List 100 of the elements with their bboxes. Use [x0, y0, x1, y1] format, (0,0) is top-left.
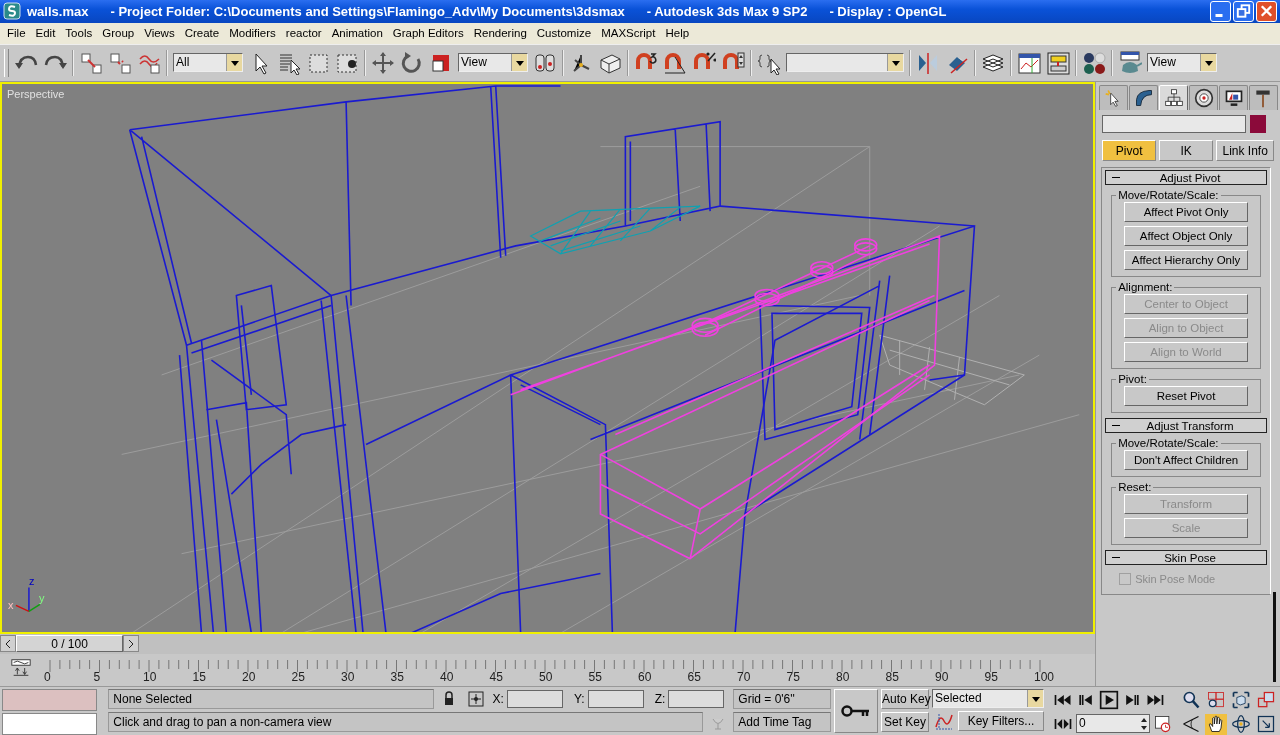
modify-icon	[1133, 88, 1154, 108]
zoom-extents-all-icon	[1256, 689, 1276, 710]
script-listener-field[interactable]	[2, 689, 98, 711]
time-slider-thumb[interactable]: 0 / 100	[16, 635, 123, 653]
selection-filter-dropdown[interactable]: All	[173, 53, 243, 73]
orbit-icon	[1231, 714, 1251, 734]
orbit-button[interactable]	[1230, 713, 1252, 735]
render-view-dropdown[interactable]: View	[1147, 53, 1217, 73]
menu-item[interactable]: Animation	[326, 27, 388, 40]
unlink-icon[interactable]	[108, 50, 132, 75]
create-tab[interactable]	[1099, 85, 1129, 110]
material-spheres-icon[interactable]	[1082, 50, 1106, 75]
z-coordinate-field[interactable]	[668, 690, 725, 708]
frame-number: 0	[44, 670, 51, 685]
render-teapot-icon[interactable]	[1118, 50, 1142, 75]
chevron-right-icon	[127, 638, 135, 649]
key-curve-icon[interactable]	[934, 711, 954, 731]
absolute-mode-icon[interactable]	[467, 691, 484, 707]
set-key-button[interactable]: Set Key	[881, 712, 929, 732]
play-icon[interactable]	[1099, 689, 1119, 710]
y-coordinate-field[interactable]	[587, 690, 644, 708]
key-filters-button[interactable]: Key Filters...	[958, 711, 1044, 731]
coordinate-label: Y:	[573, 692, 585, 706]
mode-button[interactable]: Link Info	[1216, 140, 1275, 161]
maximize-viewport-icon	[1256, 714, 1276, 734]
frame-number: 70	[737, 670, 751, 685]
move-icon[interactable]	[371, 50, 395, 75]
frame-number: 35	[390, 670, 404, 685]
menu-item[interactable]: reactor	[280, 27, 327, 40]
menu-item[interactable]: Modifiers	[224, 27, 281, 40]
curve-editor-icon[interactable]	[1017, 50, 1041, 75]
menu-item[interactable]: Tools	[60, 27, 98, 40]
window-title: - Project Folder: C:\Documents and Settings\Flamingo_Adv\My Documents\3dsmax	[110, 3, 625, 19]
previous-frame-button[interactable]	[0, 635, 16, 653]
grid-size-info: Grid = 0'6''	[733, 689, 832, 709]
panel-button[interactable]: Reset Pivot	[1124, 386, 1249, 406]
menu-item[interactable]: Graph Editors	[387, 27, 469, 40]
frame-number: 5	[93, 670, 101, 685]
display-tab[interactable]	[1219, 85, 1248, 110]
menu-item[interactable]: File	[2, 27, 31, 40]
object-color-swatch[interactable]	[1250, 115, 1267, 133]
hierarchy-tab[interactable]	[1159, 85, 1189, 110]
display-icon	[1223, 88, 1244, 108]
menu-item[interactable]: Create	[179, 27, 225, 40]
menu-item[interactable]: Views	[139, 27, 180, 40]
zoom-all-button[interactable]	[1205, 689, 1227, 710]
frame-number: 20	[242, 670, 256, 685]
rollout-header[interactable]: Adjust Pivot	[1105, 170, 1267, 185]
zoom-extents-all-button[interactable]	[1255, 689, 1277, 710]
auto-key-button[interactable]: Auto Key	[881, 689, 929, 709]
menu-item[interactable]: Customize	[531, 27, 597, 40]
track-bar[interactable]: 0 5 10 15 20 25 30 35 40 45 50 55 60 65 70 75 80 85 90 95 100	[46, 656, 1091, 685]
menu-item[interactable]: MAXScript	[596, 27, 661, 40]
utilities-tab[interactable]	[1249, 85, 1278, 110]
mode-button[interactable]: IK	[1159, 140, 1214, 161]
motion-tab[interactable]	[1189, 85, 1218, 110]
time-tag-field[interactable]: Add Time Tag	[733, 712, 832, 732]
close-button[interactable]	[1256, 0, 1277, 22]
menu-item[interactable]: Edit	[30, 27, 61, 40]
panel-button[interactable]: Affect Pivot Only	[1124, 202, 1249, 222]
panel-button[interactable]: Affect Hierarchy Only	[1124, 250, 1249, 270]
hierarchy-icon	[1163, 88, 1184, 108]
script-listener-field[interactable]	[2, 713, 98, 735]
panel-button[interactable]: Don't Affect Children	[1124, 450, 1249, 470]
angle-snap-icon[interactable]	[663, 50, 687, 75]
pan-hand-button[interactable]	[1205, 713, 1227, 735]
window-title: - Display : OpenGL	[829, 3, 947, 19]
mode-button[interactable]: Pivot	[1102, 140, 1157, 161]
frame-number: 40	[440, 670, 454, 685]
mirror-icon[interactable]	[916, 50, 940, 75]
menu-item[interactable]: Help	[660, 27, 695, 40]
zoom-extents-button[interactable]	[1230, 689, 1252, 710]
reference-coordinate-dropdown[interactable]: View	[458, 53, 528, 73]
maximize-viewport-button[interactable]	[1255, 713, 1277, 735]
menu-item[interactable]: Group	[97, 27, 140, 40]
object-name-field[interactable]	[1102, 115, 1247, 133]
time-configuration-icon[interactable]	[1153, 713, 1173, 734]
window-title: walls.max	[27, 3, 89, 19]
frame-number: 90	[935, 670, 949, 685]
current-frame-field[interactable]: 0	[1076, 714, 1150, 733]
frame-number: 100	[1034, 670, 1055, 685]
panel-button[interactable]: Affect Object Only	[1124, 226, 1249, 246]
schematic-icon[interactable]	[1046, 50, 1070, 75]
restore-button[interactable]	[1233, 0, 1254, 22]
key-mode-dropdown[interactable]: Selected	[932, 689, 1044, 708]
frame-number: 60	[638, 670, 652, 685]
minimize-button[interactable]	[1210, 0, 1231, 22]
key-icon	[841, 704, 872, 718]
rollout-header[interactable]: Adjust Transform	[1105, 418, 1267, 433]
set-keys-button[interactable]	[834, 689, 878, 733]
x-coordinate-field[interactable]	[506, 690, 563, 708]
modify-tab[interactable]	[1129, 85, 1159, 110]
menu-item[interactable]: Rendering	[468, 27, 532, 40]
rollout-header[interactable]: Skin Pose	[1105, 550, 1267, 565]
named-selection-dropdown[interactable]	[786, 53, 904, 73]
next-frame-button[interactable]	[123, 635, 139, 653]
link-icon[interactable]	[79, 50, 103, 75]
frame-number: 45	[489, 670, 503, 685]
rotate-icon[interactable]	[400, 50, 424, 75]
zoom-all-icon	[1206, 689, 1226, 710]
